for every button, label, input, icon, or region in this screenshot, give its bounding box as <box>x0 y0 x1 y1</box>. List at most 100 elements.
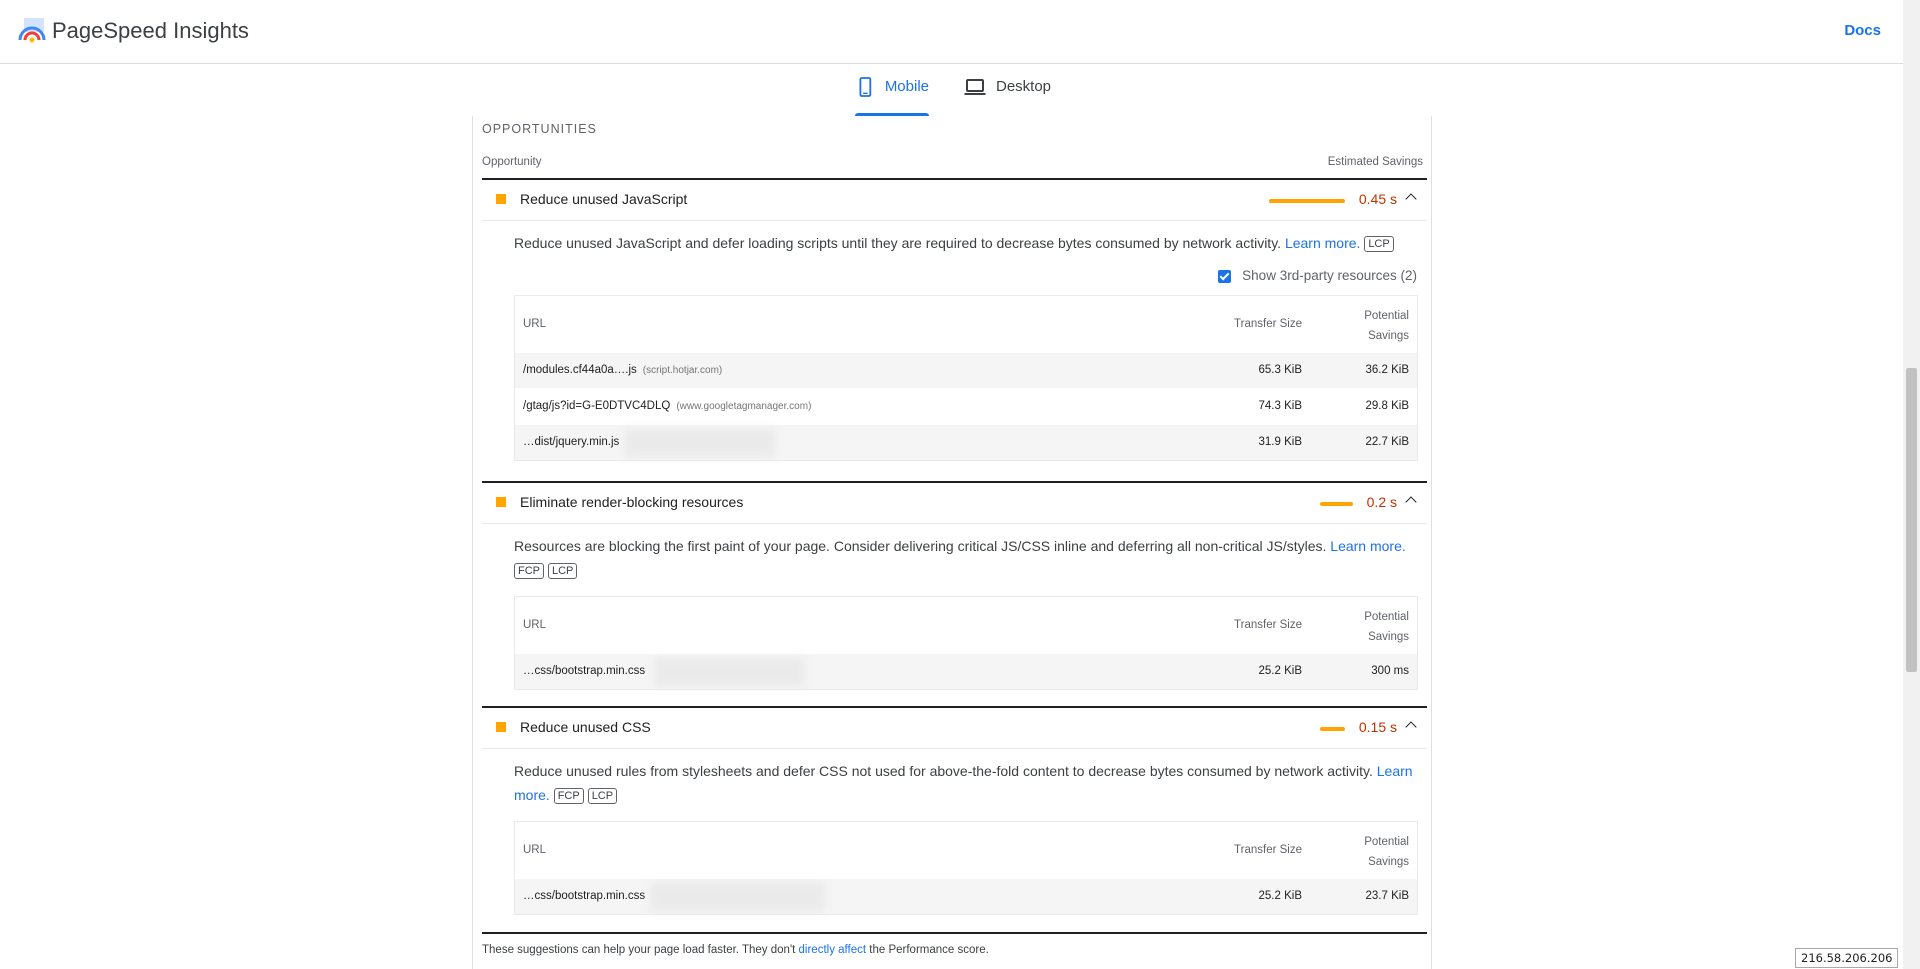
table-row[interactable]: /gtag/js?id=G-E0DTVC4DLQ (www.googletagma… <box>515 388 1417 424</box>
tab-desktop-label: Desktop <box>996 78 1052 95</box>
metric-tag-fcp: FCP <box>553 788 584 805</box>
table-header: URL Transfer Size Potential Savings <box>515 597 1417 653</box>
url-host: (www.googletagmanager.com) <box>676 401 812 412</box>
audit-unused-css: Reduce unused CSS 0.15 s Reduce unused r… <box>482 706 1427 931</box>
audit-title: Reduce unused CSS <box>520 719 651 735</box>
chevron-up-icon[interactable] <box>1405 721 1417 733</box>
audit-unused-javascript: Reduce unused JavaScript 0.45 s Reduce u… <box>482 178 1427 477</box>
row-potential-savings: 22.7 KiB <box>1365 436 1409 448</box>
table-row[interactable]: /modules.cf44a0a….js (script.hotjar.com) … <box>515 352 1417 388</box>
column-opportunity: Opportunity <box>482 156 542 168</box>
header-potential-line1: Potential <box>1364 611 1409 623</box>
scrollbar-thumb[interactable] <box>1906 368 1917 672</box>
redacted-host <box>650 883 825 911</box>
row-url: …dist/jquery.min.js <box>523 436 619 448</box>
row-transfer-size: 74.3 KiB <box>1258 400 1302 412</box>
row-transfer-size: 25.2 KiB <box>1258 665 1302 677</box>
checkbox-checked-icon[interactable] <box>1218 270 1231 283</box>
row-url: /gtag/js?id=G-E0DTVC4DLQ (www.googletagma… <box>523 400 811 412</box>
resource-table: URL Transfer Size Potential Savings /modu… <box>514 295 1418 461</box>
opportunities-card: OPPORTUNITIES Opportunity Estimated Savi… <box>472 116 1432 969</box>
device-tabs: Mobile Desktop <box>0 64 1903 116</box>
audit-description: Resources are blocking the first paint o… <box>514 534 1418 582</box>
warning-square-icon <box>496 722 506 732</box>
header-potential-line2: Savings <box>1368 631 1409 643</box>
row-potential-savings: 300 ms <box>1371 665 1409 677</box>
url-path: …dist/jquery.min.js <box>523 436 620 448</box>
tab-mobile[interactable]: Mobile <box>855 76 929 116</box>
savings-value: 0.45 s <box>1358 191 1397 207</box>
header-potential-line2: Savings <box>1368 330 1409 342</box>
warning-square-icon <box>496 497 506 507</box>
redacted-host <box>655 658 805 686</box>
chevron-up-icon[interactable] <box>1405 193 1417 205</box>
header-url: URL <box>523 844 547 856</box>
metric-tag-lcp: LCP <box>1364 236 1394 253</box>
row-url: /modules.cf44a0a….js (script.hotjar.com) <box>523 364 722 376</box>
table-row[interactable]: …css/bootstrap.min.css 25.2 KiB 300 ms <box>515 653 1417 689</box>
header-transfer-size: Transfer Size <box>1234 318 1302 330</box>
audit-details: Reduce unused JavaScript and defer loadi… <box>482 220 1427 461</box>
warning-square-icon <box>496 194 506 204</box>
table-row[interactable]: …css/bootstrap.min.css 25.2 KiB 23.7 KiB <box>515 878 1417 914</box>
audit-description: Reduce unused rules from stylesheets and… <box>514 759 1418 807</box>
chevron-up-icon[interactable] <box>1405 496 1417 508</box>
header-url: URL <box>523 619 547 631</box>
metric-tag-fcp: FCP <box>514 563 544 580</box>
docs-link[interactable]: Docs <box>1844 22 1881 39</box>
header-potential-line2: Savings <box>1368 856 1409 868</box>
row-potential-savings: 29.8 KiB <box>1365 400 1409 412</box>
directly-affect-link[interactable]: directly affect <box>799 944 867 956</box>
table-row[interactable]: …dist/jquery.min.js 31.9 KiB 22.7 KiB <box>515 424 1417 460</box>
header-potential-savings: Potential Savings <box>1349 306 1409 346</box>
learn-more-link[interactable]: Learn more. <box>1330 538 1405 554</box>
savings-value: 0.2 s <box>1366 494 1397 510</box>
savings-bar <box>1320 502 1353 506</box>
row-url: …css/bootstrap.min.css <box>523 890 645 902</box>
pagespeed-logo-icon[interactable] <box>18 18 46 44</box>
url-path: /modules.cf44a0a….js <box>523 364 637 376</box>
audit-title: Eliminate render-blocking resources <box>520 494 744 510</box>
section-divider <box>482 932 1427 934</box>
phone-icon <box>859 77 872 97</box>
metric-tag-lcp: LCP <box>587 788 618 805</box>
audit-details: Reduce unused rules from stylesheets and… <box>482 748 1427 915</box>
savings-bar <box>1320 727 1345 731</box>
description-text: Reduce unused rules from stylesheets and… <box>514 763 1377 779</box>
header-url: URL <box>523 318 547 330</box>
audit-header[interactable]: Reduce unused JavaScript 0.45 s <box>482 178 1427 220</box>
tab-desktop[interactable]: Desktop <box>964 76 1054 116</box>
row-transfer-size: 25.2 KiB <box>1258 890 1302 902</box>
header-potential-line1: Potential <box>1364 310 1409 322</box>
row-transfer-size: 65.3 KiB <box>1258 364 1302 376</box>
footer-note: These suggestions can help your page loa… <box>482 944 989 956</box>
ip-address-badge: 216.58.206.206 <box>1795 948 1899 968</box>
header-potential-line1: Potential <box>1364 836 1409 848</box>
tab-mobile-label: Mobile <box>884 78 929 95</box>
table-header: URL Transfer Size Potential Savings <box>515 296 1417 352</box>
footer-text-after: the Performance score. <box>866 944 989 956</box>
header-transfer-size: Transfer Size <box>1234 844 1302 856</box>
header-transfer-size: Transfer Size <box>1234 619 1302 631</box>
audit-header[interactable]: Eliminate render-blocking resources 0.2 … <box>482 481 1427 523</box>
url-path: …css/bootstrap.min.css <box>523 665 646 677</box>
resource-table: URL Transfer Size Potential Savings …css/… <box>514 596 1418 690</box>
row-potential-savings: 23.7 KiB <box>1365 890 1409 902</box>
redacted-host <box>625 429 775 457</box>
footer-text-before: These suggestions can help your page loa… <box>482 944 799 956</box>
learn-more-link[interactable]: Learn more. <box>1285 235 1360 251</box>
url-path: …css/bootstrap.min.css <box>523 890 646 902</box>
metric-tag-lcp: LCP <box>548 563 578 580</box>
description-text: Reduce unused JavaScript and defer loadi… <box>514 235 1285 251</box>
section-title: OPPORTUNITIES <box>482 122 597 136</box>
row-potential-savings: 36.2 KiB <box>1365 364 1409 376</box>
url-path: /gtag/js?id=G-E0DTVC4DLQ <box>523 400 671 412</box>
third-party-toggle[interactable]: Show 3rd-party resources (2) <box>482 261 1427 295</box>
savings-value: 0.15 s <box>1358 719 1397 735</box>
brand-title[interactable]: PageSpeed Insights <box>52 18 249 44</box>
audit-header[interactable]: Reduce unused CSS 0.15 s <box>482 706 1427 748</box>
header-potential-savings: Potential Savings <box>1349 832 1409 872</box>
audit-description: Reduce unused JavaScript and defer loadi… <box>514 231 1418 255</box>
resource-table: URL Transfer Size Potential Savings …css/… <box>514 821 1418 915</box>
audit-render-blocking: Eliminate render-blocking resources 0.2 … <box>482 481 1427 706</box>
